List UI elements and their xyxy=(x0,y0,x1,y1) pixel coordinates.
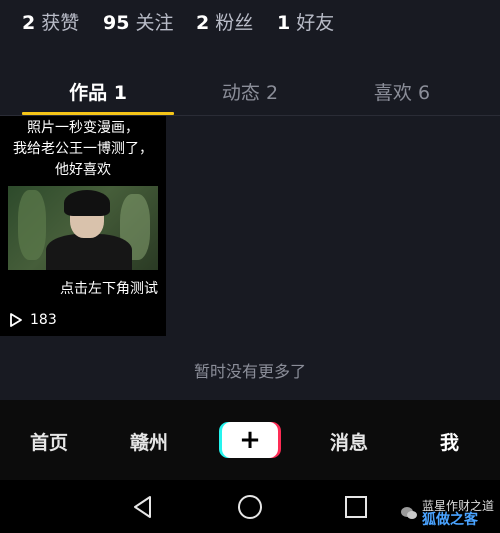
active-tab-indicator xyxy=(22,112,174,115)
thumbnail-foliage-left xyxy=(18,190,46,260)
video-caption-line-1: 照片一秒变漫画， xyxy=(27,120,139,136)
nav-me[interactable]: 我 xyxy=(440,428,459,455)
video-caption-line-3: 他好喜欢 xyxy=(55,162,111,178)
recent-apps-icon[interactable] xyxy=(343,494,369,520)
stat-friends-label: 好友 xyxy=(296,12,335,34)
video-bottom-text: 点击左下角测试 xyxy=(60,281,158,297)
profile-stats: 2 获赞 95 关注 2 粉丝 1 好友 xyxy=(0,0,500,52)
video-thumbnail xyxy=(8,186,158,270)
plus-icon: + xyxy=(239,425,261,455)
stat-following-label: 关注 xyxy=(135,12,174,34)
thumbnail-figure-hair xyxy=(64,190,110,216)
profile-tabs: 作品 1 动态 2 喜欢 6 xyxy=(0,52,500,116)
thumbnail-figure-body xyxy=(46,234,132,270)
play-count-value: 183 xyxy=(30,312,57,328)
stat-likes[interactable]: 2 获赞 xyxy=(22,8,79,35)
tab-activity[interactable]: 动态 2 xyxy=(190,78,310,105)
stat-friends-count: 1 xyxy=(277,12,291,34)
stat-following-count: 95 xyxy=(103,12,130,34)
system-nav-bar: 蓝星作财之道 狐做之客 xyxy=(0,480,500,533)
create-button[interactable]: + xyxy=(222,422,278,458)
back-icon[interactable] xyxy=(130,494,156,520)
video-caption-line-2: 我给老公王一博测了， xyxy=(13,141,153,157)
home-circle-icon[interactable] xyxy=(237,494,263,520)
stat-friends[interactable]: 1 好友 xyxy=(277,8,334,35)
bottom-nav: 首页 赣州 + 消息 我 xyxy=(0,400,500,480)
stat-followers[interactable]: 2 粉丝 xyxy=(196,8,253,35)
tab-likes[interactable]: 喜欢 6 xyxy=(342,78,462,105)
wechat-icon xyxy=(400,507,417,519)
tab-works[interactable]: 作品 1 xyxy=(38,78,158,105)
stat-followers-count: 2 xyxy=(196,12,210,34)
stat-following[interactable]: 95 关注 xyxy=(103,8,173,35)
nav-home[interactable]: 首页 xyxy=(30,428,68,455)
watermark-line-1: 蓝星作财之道 xyxy=(421,499,494,513)
play-count: 183 xyxy=(8,312,57,328)
no-more-text: 暂时没有更多了 xyxy=(193,362,306,381)
play-icon xyxy=(10,313,22,327)
nav-messages[interactable]: 消息 xyxy=(330,428,368,455)
stat-followers-label: 粉丝 xyxy=(215,12,254,34)
watermark-line-2: 狐做之客 xyxy=(421,512,478,528)
nav-city[interactable]: 赣州 xyxy=(130,428,168,455)
stat-likes-count: 2 xyxy=(22,12,36,34)
video-card[interactable]: 照片一秒变漫画， 我给老公王一博测了， 他好喜欢 点击左下角测试 183 xyxy=(0,116,166,336)
stat-likes-label: 获赞 xyxy=(41,12,80,34)
watermark: 蓝星作财之道 狐做之客 xyxy=(400,499,494,527)
